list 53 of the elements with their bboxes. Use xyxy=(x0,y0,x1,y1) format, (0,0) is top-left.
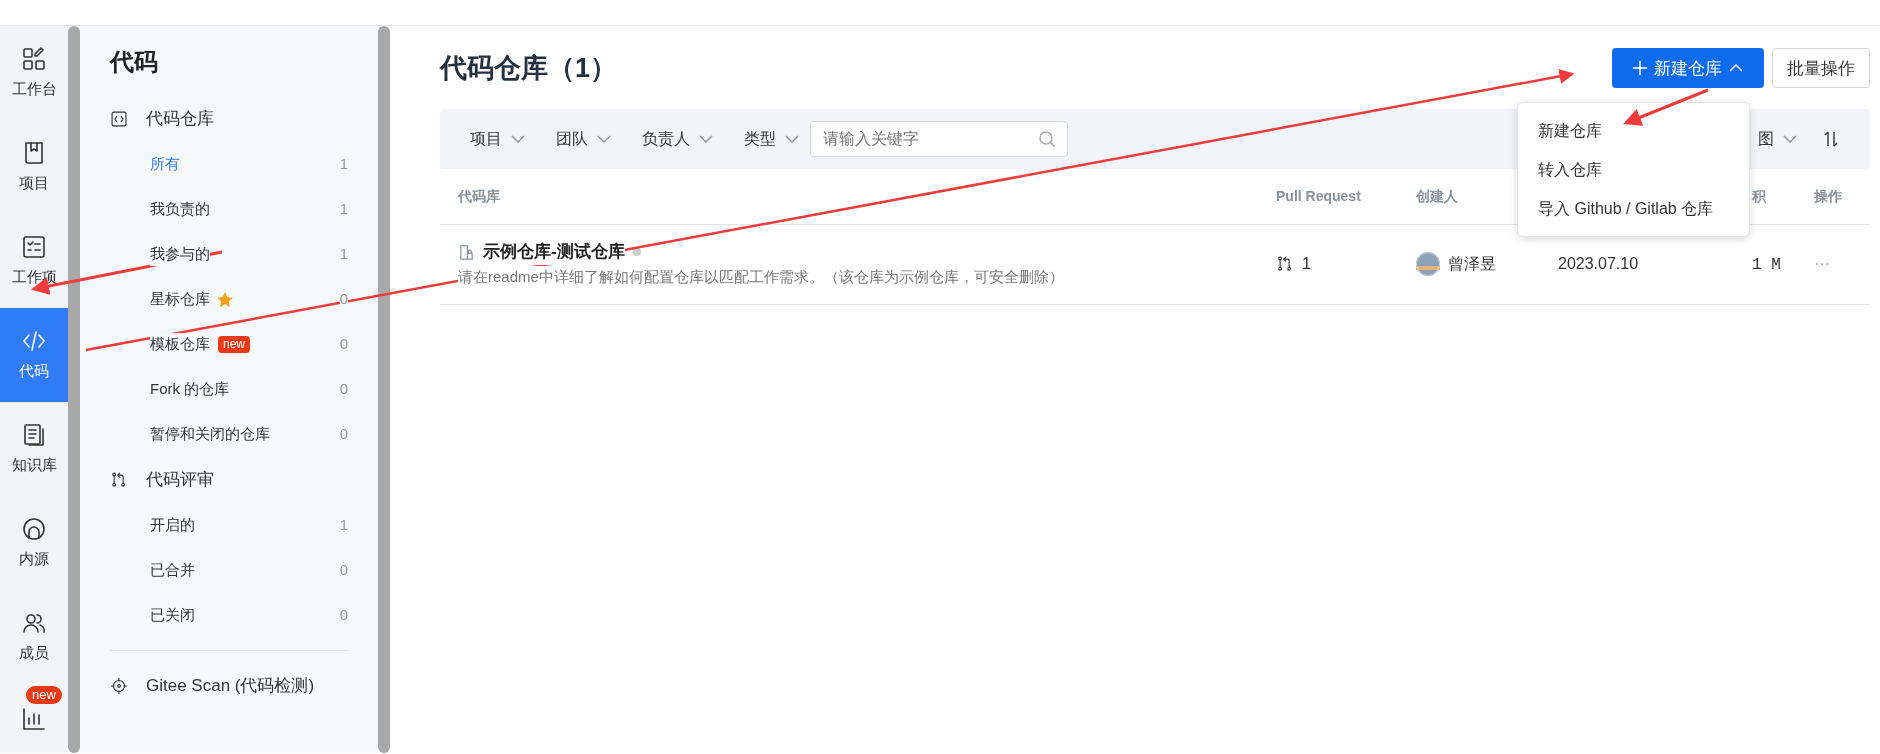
section-heading[interactable]: 代码评审 xyxy=(146,467,214,493)
new-badge: new xyxy=(218,336,250,353)
nav-item[interactable]: 内源 xyxy=(0,496,68,590)
status-dot xyxy=(632,248,641,256)
search-icon xyxy=(1038,129,1056,148)
new-badge: new xyxy=(26,686,62,704)
section-heading[interactable]: Gitee Scan (代码检测) xyxy=(146,673,315,699)
sidebar-title: 代码 xyxy=(110,47,159,77)
pull-request-icon xyxy=(1276,255,1294,273)
target-icon xyxy=(110,677,128,695)
bar-chart-icon xyxy=(21,706,47,732)
sort-icon[interactable] xyxy=(1822,129,1840,148)
filter-dropdown[interactable]: 项目 xyxy=(470,126,526,151)
checklist-icon xyxy=(21,233,47,260)
nav-item[interactable]: 成员 xyxy=(0,590,68,684)
document-icon xyxy=(21,421,47,448)
nav-item[interactable]: 工作台 xyxy=(0,26,68,120)
view-dropdown[interactable]: 图 xyxy=(1758,126,1798,151)
column-header: 积 xyxy=(1752,187,1766,204)
lock-icon xyxy=(458,243,475,261)
nav-item[interactable]: new xyxy=(0,684,68,753)
date: 2023.07.10 xyxy=(1558,255,1639,272)
column-header: 创建人 xyxy=(1416,187,1458,204)
pull-request-count: 1 xyxy=(1302,254,1311,274)
creator-name: 曾泽昱 xyxy=(1448,254,1496,274)
plus-icon xyxy=(1632,60,1648,77)
scrollbar[interactable] xyxy=(68,26,80,753)
page-title: 代码仓库（1） xyxy=(440,52,618,85)
arch-icon xyxy=(21,515,47,542)
menu-item[interactable]: 新建仓库 xyxy=(1518,111,1749,150)
avatar xyxy=(1416,252,1440,276)
nav-item[interactable]: 知识库 xyxy=(0,402,68,496)
batch-operation-button[interactable]: 批量操作 xyxy=(1772,48,1870,89)
menu-item[interactable]: 导入 Github / Gitlab 仓库 xyxy=(1518,189,1749,228)
grid-icon xyxy=(21,45,47,72)
repository-name[interactable]: 示例仓库-测试仓库 xyxy=(483,239,625,265)
scrollbar[interactable] xyxy=(378,26,390,753)
sidebar-link[interactable]: 我参与的 xyxy=(150,243,210,266)
filter-dropdown[interactable]: 团队 xyxy=(556,126,612,151)
repository-size: 1 M xyxy=(1752,255,1781,274)
nav-item[interactable]: 代码 xyxy=(0,308,68,402)
filter-dropdown[interactable]: 负责人 xyxy=(642,126,714,151)
menu-item[interactable]: 转入仓库 xyxy=(1518,150,1749,189)
column-header: 代码库 xyxy=(458,187,500,204)
column-header: 操作 xyxy=(1814,187,1842,204)
search-field[interactable]: 请输入关键字 xyxy=(810,120,1068,157)
pull-request-icon xyxy=(110,471,128,489)
filter-dropdown[interactable]: 类型 xyxy=(744,126,800,151)
column-header: Pull Request xyxy=(1276,187,1361,204)
code-icon xyxy=(110,110,128,128)
nav-item[interactable]: 项目 xyxy=(0,120,68,214)
section-heading[interactable]: 代码仓库 xyxy=(146,106,214,132)
new-repository-button[interactable]: 新建仓库 xyxy=(1612,48,1764,89)
